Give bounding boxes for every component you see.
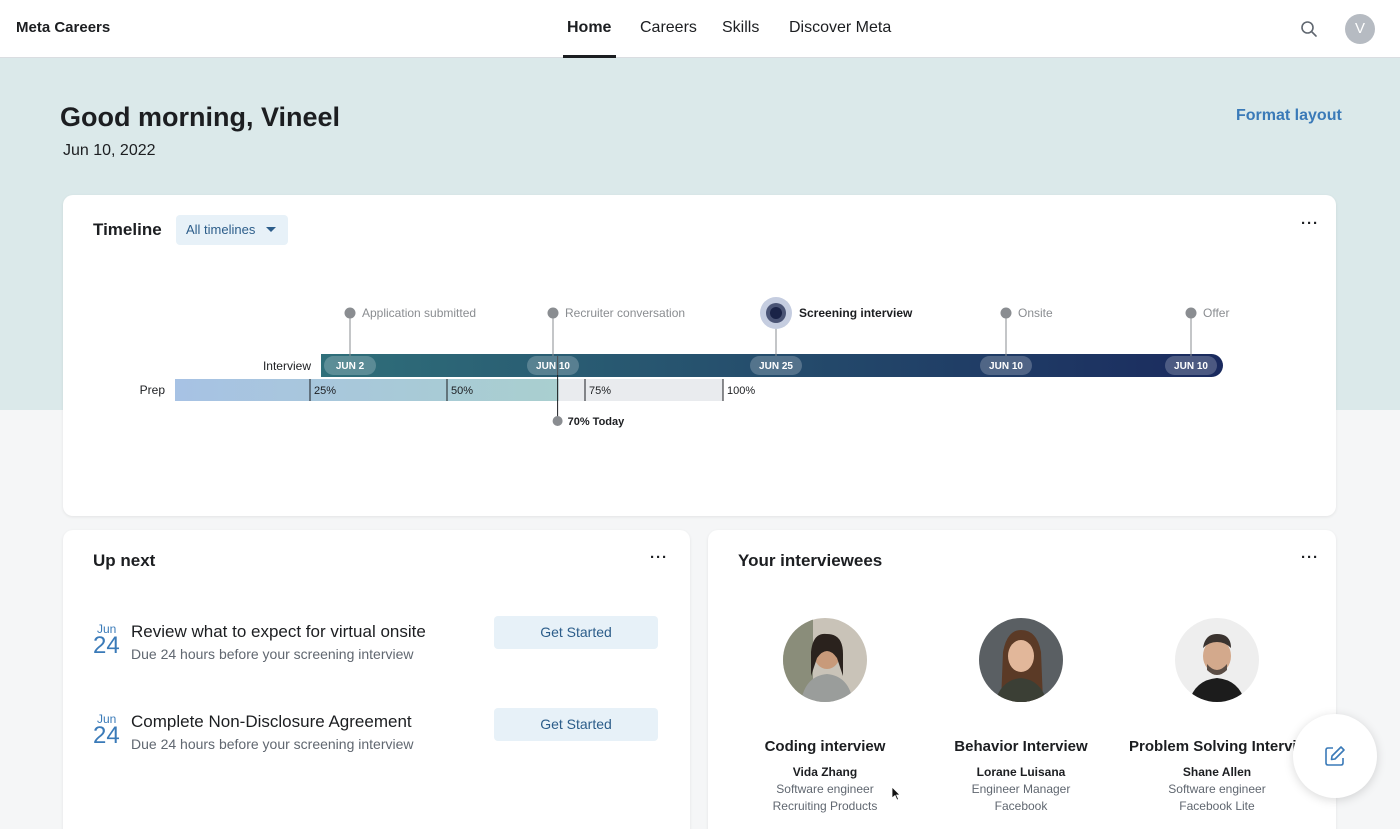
milestone-dot (770, 307, 782, 319)
nav-link-home[interactable]: Home (567, 19, 611, 37)
interviewees-more-icon[interactable]: ··· (1301, 550, 1319, 565)
today-dot (552, 416, 563, 426)
nav-link-careers[interactable]: Careers (640, 19, 697, 37)
milestone-date-label: JUN 10 (989, 361, 1023, 372)
search-icon[interactable] (1300, 20, 1318, 38)
up-next-card: Up next ··· Jun 24 Review what to expect… (63, 530, 690, 829)
interview-type: Behavior Interview (954, 738, 1088, 755)
up-next-more-icon[interactable]: ··· (650, 550, 668, 565)
interviewee-card[interactable]: Problem Solving Intervie Shane Allen Sof… (1117, 618, 1317, 813)
task-day: 24 (93, 632, 120, 659)
interviewee-photo (783, 618, 867, 702)
milestone-label: Recruiter conversation (565, 306, 685, 320)
milestone-dot (1000, 307, 1012, 319)
interviewee-card[interactable]: Coding interview Vida Zhang Software eng… (725, 618, 925, 813)
task-day: 24 (93, 722, 120, 749)
task-title: Review what to expect for virtual onsite (131, 622, 426, 641)
interviewee-photo (979, 618, 1063, 702)
up-next-title: Up next (93, 551, 156, 570)
prep-tick-label: 25% (314, 385, 336, 397)
interviewee-role: Engineer Manager (971, 782, 1071, 796)
compose-button[interactable] (1293, 714, 1377, 798)
interviewee-card[interactable]: Behavior Interview Lorane Luisana Engine… (921, 618, 1121, 813)
task-title: Complete Non-Disclosure Agreement (131, 712, 412, 731)
greeting-title: Good morning, Vineel (60, 102, 341, 132)
interviewees-title: Your interviewees (738, 551, 883, 570)
nav-link-discover-meta[interactable]: Discover Meta (789, 19, 891, 37)
nav-link-skills[interactable]: Skills (722, 19, 759, 37)
get-started-button[interactable]: Get Started (494, 708, 658, 741)
prep-row-label: Prep (140, 383, 166, 397)
prep-tick-label: 50% (451, 385, 473, 397)
top-navigation: Meta Careers Home Careers Skills Discove… (0, 0, 1400, 58)
interviewee-photo (1175, 618, 1259, 702)
format-layout-link[interactable]: Format layout (1236, 107, 1342, 125)
timeline-filter-dropdown[interactable]: All timelines (176, 215, 288, 245)
get-started-button[interactable]: Get Started (494, 616, 658, 649)
interviewees-card: Your interviewees ··· Coding interview V… (708, 530, 1336, 829)
milestone-date-label: JUN 10 (1174, 361, 1208, 372)
timeline-filter-label: All timelines (186, 222, 256, 237)
interviewee-role: Software engineer (1168, 782, 1266, 796)
prep-tick-label: 75% (589, 385, 611, 397)
milestone-dot (1185, 307, 1197, 319)
timeline-card: Interview Prep 25% 50% 75% 100% 70% Today Appli… (63, 195, 1336, 516)
timeline-title: Timeline (93, 220, 162, 239)
milestone-label: Offer (1203, 306, 1229, 320)
caret-down-icon (266, 227, 276, 232)
timeline-more-icon[interactable]: ··· (1301, 216, 1319, 231)
interviewee-name: Vida Zhang (792, 765, 858, 779)
task-subtitle: Due 24 hours before your screening inter… (131, 646, 414, 662)
milestone-dot (547, 307, 559, 319)
milestone-label: Application submitted (362, 306, 476, 320)
interview-row-label: Interview (263, 359, 311, 373)
interview-type: Coding interview (764, 738, 886, 755)
user-avatar[interactable]: V (1345, 14, 1375, 44)
interviewee-team: Facebook (994, 799, 1048, 813)
task-subtitle: Due 24 hours before your screening inter… (131, 736, 414, 752)
compose-icon (1325, 746, 1345, 766)
today-label: 70% Today (568, 416, 626, 428)
task-item: Jun 24 Complete Non-Disclosure Agreement… (93, 708, 673, 762)
interviewee-name: Shane Allen (1182, 765, 1252, 779)
milestone-date-label: JUN 10 (536, 361, 570, 372)
task-item: Jun 24 Review what to expect for virtual… (93, 616, 673, 672)
prep-tick-label: 100% (727, 385, 755, 397)
brand-logo[interactable]: Meta Careers (16, 19, 110, 36)
prep-fill (175, 379, 559, 401)
milestone-label: Screening interview (799, 306, 913, 320)
current-date: Jun 10, 2022 (63, 142, 156, 159)
milestone-dot (344, 307, 356, 319)
interviewee-name: Lorane Luisana (976, 765, 1066, 779)
interviewee-team: Facebook Lite (1179, 799, 1255, 813)
interview-type: Problem Solving Intervie (1129, 738, 1305, 755)
milestone-date-label: JUN 25 (759, 361, 793, 372)
milestone-date-label: JUN 2 (336, 361, 365, 372)
milestone-label: Onsite (1018, 306, 1053, 320)
mouse-cursor-icon (891, 786, 901, 801)
